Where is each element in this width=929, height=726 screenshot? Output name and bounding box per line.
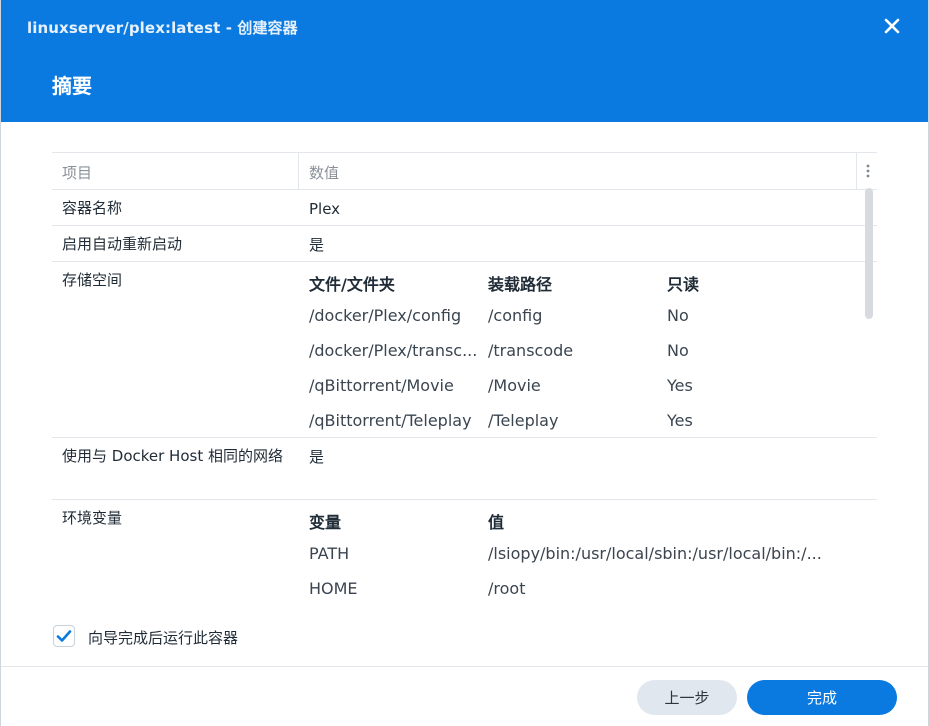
column-divider [298,153,299,189]
table-row-auto-restart: 启用自动重新启动 是 [52,226,877,262]
row-label: 启用自动重新启动 [62,235,183,253]
column-header-value: 数值 [309,164,340,182]
env-variable: PATH [309,544,350,563]
row-label: 存储空间 [62,271,123,289]
column-header-item: 项目 [62,164,93,182]
storage-readonly: Yes [667,411,693,430]
storage-folder: /docker/Plex/transc... [309,341,478,360]
row-label: 环境变量 [62,509,123,527]
vertical-ellipsis-icon [866,164,870,178]
storage-folder: /qBittorrent/Movie [309,376,454,395]
done-button[interactable]: 完成 [747,680,897,715]
run-after-checkbox[interactable] [53,625,75,647]
row-value: 是 [309,236,325,254]
row-value: 是 [309,448,325,466]
env-header-variable: 变量 [309,513,342,532]
step-title: 摘要 [52,74,92,98]
column-divider [856,153,857,189]
close-icon [884,18,900,34]
storage-mount-path: /Teleplay [488,411,559,430]
previous-button[interactable]: 上一步 [637,680,737,715]
window-title: linuxserver/plex:latest - 创建容器 [27,19,298,37]
table-row-storage: 存储空间 文件/文件夹 装载路径 只读 /docker/Plex/config … [52,262,877,438]
table-row-container-name: 容器名称 Plex [52,190,877,226]
storage-folder: /qBittorrent/Teleplay [309,411,472,430]
column-menu-button[interactable] [860,161,876,181]
storage-readonly: No [667,341,689,360]
row-value: Plex [309,200,341,218]
storage-header-mount: 装载路径 [488,275,553,294]
env-header-value: 值 [488,513,505,532]
table-header: 项目 数值 [52,152,877,190]
summary-table: 项目 数值 容器名称 Plex 启用自动重新启动 是 存储空间 文件/文件夹 装 [52,152,877,610]
storage-readonly: No [667,306,689,325]
storage-folder: /docker/Plex/config [309,306,462,325]
dialog-header: linuxserver/plex:latest - 创建容器 摘要 [1,0,928,122]
env-variable: HOME [309,579,358,598]
row-label: 使用与 Docker Host 相同的网络 [62,447,283,465]
close-button[interactable] [880,14,904,38]
storage-mount-path: /transcode [488,341,574,360]
footer-divider [1,666,928,667]
storage-mount-path: /Movie [488,376,541,395]
create-container-dialog: linuxserver/plex:latest - 创建容器 摘要 项目 数值 … [0,0,929,726]
run-after-label[interactable]: 向导完成后运行此容器 [88,627,238,648]
table-row-env-vars: 环境变量 变量 值 PATH /lsiopy/bin:/usr/local/sb… [52,500,877,610]
checkmark-icon [56,630,72,642]
table-row-host-network: 使用与 Docker Host 相同的网络 是 [52,438,877,500]
row-label: 容器名称 [62,199,123,217]
storage-header-folder: 文件/文件夹 [309,275,395,294]
storage-mount-path: /config [488,306,543,325]
storage-readonly: Yes [667,376,693,395]
env-value: /lsiopy/bin:/usr/local/sbin:/usr/local/b… [488,544,822,563]
table-scrollbar[interactable] [865,188,873,319]
env-value: /root [488,579,526,598]
storage-header-readonly: 只读 [667,275,700,294]
